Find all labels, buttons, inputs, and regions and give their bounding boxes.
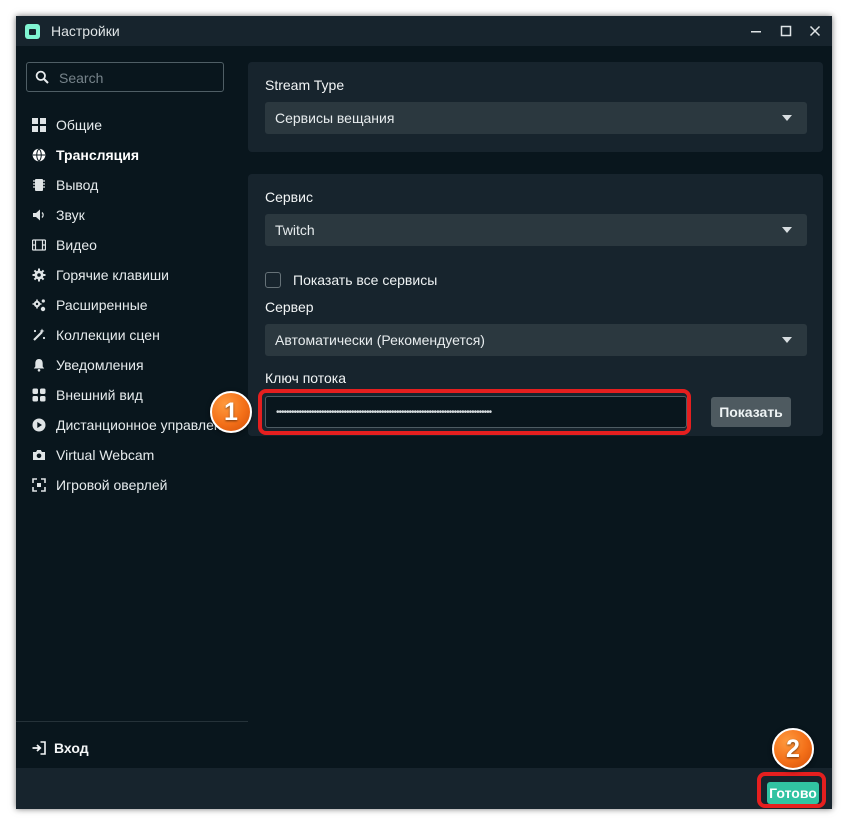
sidebar-item-label: Игровой оверлей <box>56 477 168 493</box>
sidebar-item-label: Трансляция <box>56 147 140 163</box>
sidebar-item-label: Дистанционное управление <box>56 417 238 433</box>
show-all-services-checkbox[interactable] <box>265 272 281 288</box>
step-badge-1: 1 <box>210 391 252 433</box>
stream-type-value: Сервисы вещания <box>275 110 395 126</box>
globe-icon <box>32 148 46 162</box>
show-all-services-label: Показать все сервисы <box>293 272 438 288</box>
gears-icon <box>32 299 46 312</box>
stream-key-highlight <box>258 389 691 435</box>
service-label: Сервис <box>265 189 313 205</box>
stream-type-select[interactable]: Сервисы вещания <box>265 102 807 134</box>
bell-icon <box>33 359 45 372</box>
close-button[interactable] <box>804 20 826 42</box>
minimize-button[interactable] <box>745 20 767 42</box>
app-logo-icon <box>25 24 40 39</box>
sidebar-item-label: Общие <box>56 117 103 133</box>
sidebar-item-scene-collections[interactable]: Коллекции сцен <box>16 320 248 350</box>
sidebar-item-label: Расширенные <box>56 297 148 313</box>
sidebar-item-label: Горячие клавиши <box>56 267 169 283</box>
sidebar-item-game-overlay[interactable]: Игровой оверлей <box>16 470 248 500</box>
sidebar-item-label: Звук <box>56 207 85 223</box>
show-key-button[interactable]: Показать <box>711 397 791 427</box>
sidebar-divider <box>16 721 248 722</box>
sidebar-item-label: Внешний вид <box>56 387 143 403</box>
sidebar-item-audio[interactable]: Звук <box>16 200 248 230</box>
login-button[interactable]: Вход <box>32 740 89 756</box>
settings-nav: Общие Трансляция Вывод Звук Видео Горячи… <box>16 110 248 500</box>
grid-icon <box>32 118 46 132</box>
maximize-icon <box>780 25 792 37</box>
minimize-icon <box>751 31 761 33</box>
server-label: Сервер <box>265 299 314 315</box>
show-all-services-row[interactable]: Показать все сервисы <box>265 272 437 288</box>
search-icon <box>35 70 49 84</box>
chevron-down-icon <box>782 227 792 233</box>
sidebar-item-virtual-webcam[interactable]: Virtual Webcam <box>16 440 248 470</box>
magic-wand-icon <box>33 328 46 341</box>
chevron-down-icon <box>782 115 792 121</box>
title-bar: Настройки <box>16 16 832 46</box>
gear-icon <box>32 268 46 282</box>
search-input[interactable] <box>57 68 221 88</box>
chip-icon <box>33 179 45 191</box>
speaker-icon <box>33 209 44 221</box>
sidebar-item-notifications[interactable]: Уведомления <box>16 350 248 380</box>
server-select[interactable]: Автоматически (Рекомендуется) <box>265 324 807 356</box>
sidebar-item-label: Видео <box>56 237 97 253</box>
sidebar-item-hotkeys[interactable]: Горячие клавиши <box>16 260 248 290</box>
camera-icon <box>33 450 45 460</box>
done-button-highlight <box>757 772 826 808</box>
palette-icon <box>32 388 46 402</box>
sidebar-item-label: Уведомления <box>56 357 144 373</box>
sidebar-item-general[interactable]: Общие <box>16 110 248 140</box>
sidebar-item-label: Коллекции сцен <box>56 327 160 343</box>
window-title: Настройки <box>51 23 120 39</box>
play-circle-icon <box>32 418 46 432</box>
search-box <box>26 62 224 92</box>
sidebar-item-advanced[interactable]: Расширенные <box>16 290 248 320</box>
sidebar-item-stream[interactable]: Трансляция <box>16 140 248 170</box>
step-badge-2: 2 <box>772 728 814 770</box>
dialog-footer: Готово <box>16 768 832 809</box>
maximize-button[interactable] <box>775 20 797 42</box>
sidebar-item-output[interactable]: Вывод <box>16 170 248 200</box>
sign-in-icon <box>32 741 46 755</box>
login-label: Вход <box>54 740 89 756</box>
stream-type-label: Stream Type <box>265 77 345 93</box>
chevron-down-icon <box>782 337 792 343</box>
sidebar-item-video[interactable]: Видео <box>16 230 248 260</box>
server-value: Автоматически (Рекомендуется) <box>275 332 485 348</box>
overlay-icon <box>32 478 46 492</box>
sidebar-item-label: Virtual Webcam <box>56 447 155 463</box>
stream-key-label: Ключ потока <box>265 370 347 386</box>
film-icon <box>32 239 46 251</box>
service-select[interactable]: Twitch <box>265 214 807 246</box>
service-value: Twitch <box>275 222 315 238</box>
sidebar-item-label: Вывод <box>56 177 99 193</box>
close-icon <box>809 25 821 37</box>
stream-type-panel: Stream Type Сервисы вещания <box>248 62 823 152</box>
